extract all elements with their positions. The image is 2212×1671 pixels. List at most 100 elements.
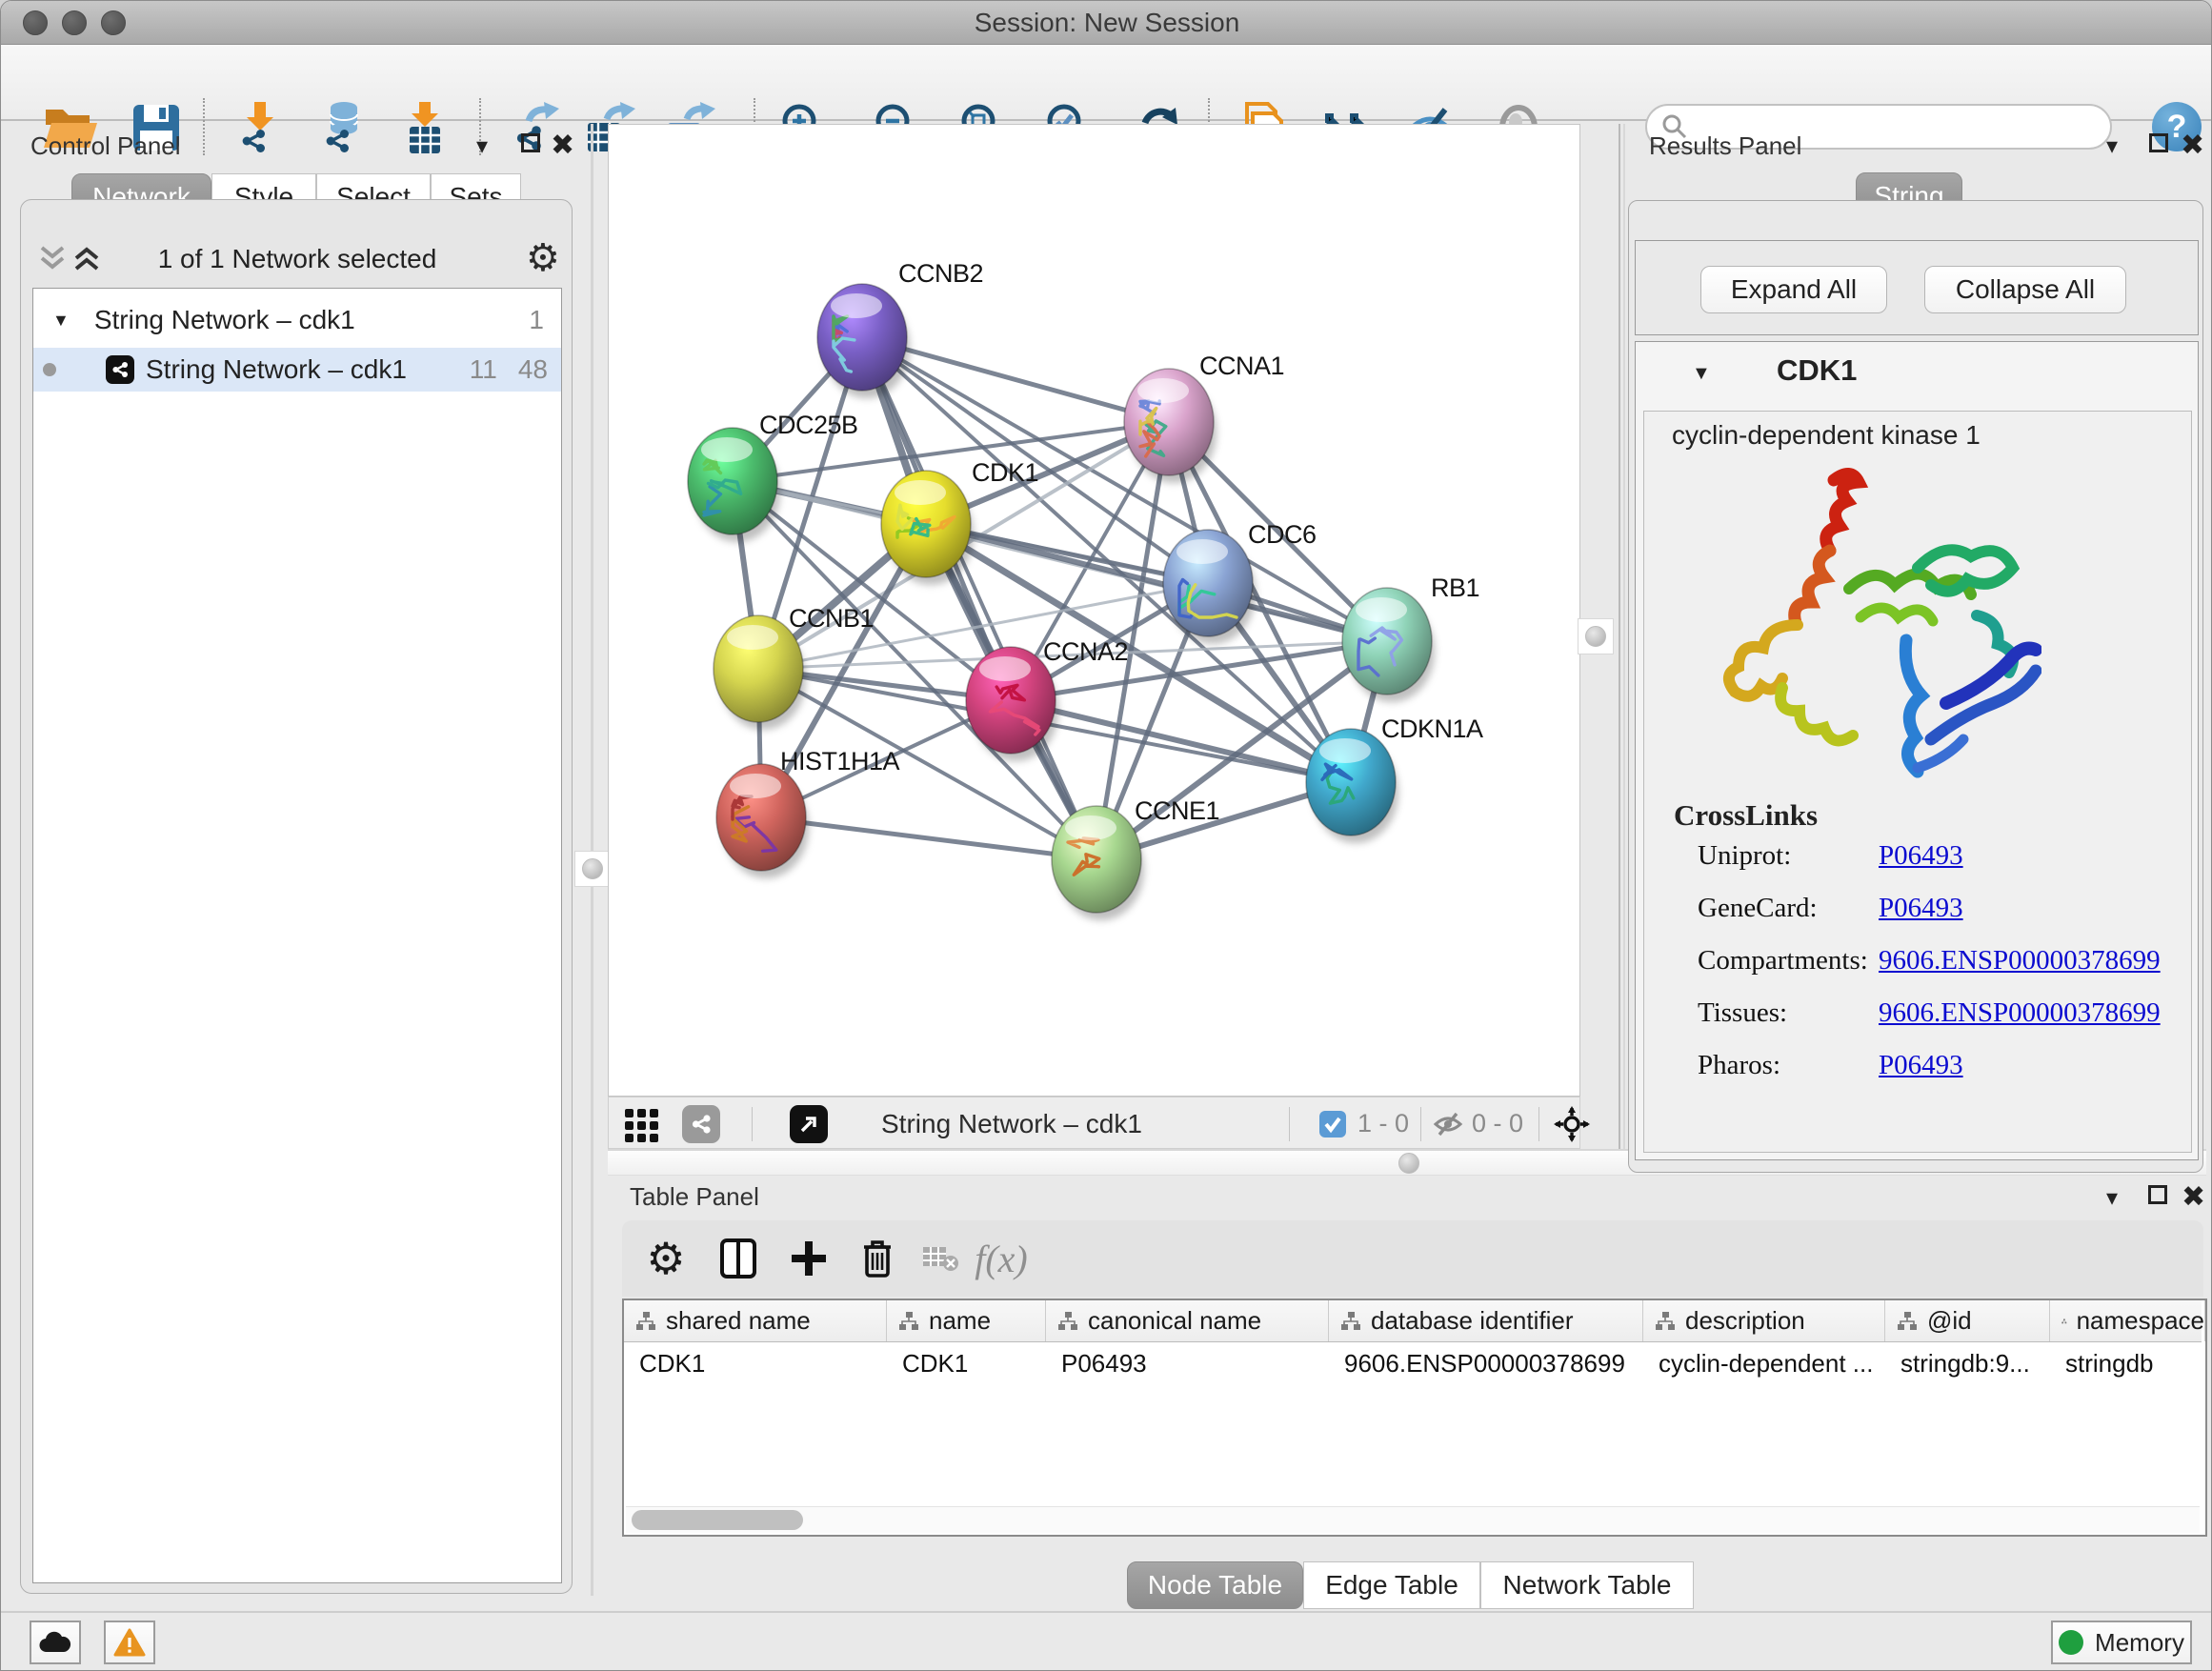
minimize-window-icon[interactable] bbox=[62, 10, 87, 35]
network-node[interactable] bbox=[1052, 806, 1144, 920]
horizontal-splitter-handle[interactable] bbox=[1398, 1153, 1419, 1174]
network-collection-row[interactable]: ▼ String Network – cdk1 1 bbox=[33, 298, 561, 342]
selected-checkbox-icon[interactable] bbox=[1318, 1110, 1347, 1138]
collapse-panel-icon[interactable]: ▾ bbox=[476, 135, 488, 158]
tab-edge-table[interactable]: Edge Table bbox=[1303, 1561, 1480, 1609]
network-node[interactable] bbox=[817, 284, 910, 398]
network-node[interactable] bbox=[1124, 369, 1217, 483]
network-node[interactable] bbox=[881, 471, 974, 585]
table-cell[interactable]: CDK1 bbox=[624, 1342, 887, 1384]
column-header[interactable]: description bbox=[1643, 1300, 1885, 1341]
table-cell[interactable]: 9606.ENSP00000378699 bbox=[1329, 1342, 1643, 1384]
network-view-title: String Network – cdk1 bbox=[881, 1097, 1142, 1150]
warning-status-button[interactable] bbox=[104, 1621, 155, 1664]
network-tree: ▼ String Network – cdk1 1 String Network… bbox=[32, 288, 562, 1583]
node-label: CCNB1 bbox=[789, 604, 874, 633]
float-panel-icon[interactable] bbox=[521, 133, 540, 152]
column-header[interactable]: name bbox=[887, 1300, 1046, 1341]
protein-name: CDK1 bbox=[1777, 353, 1857, 388]
network-node[interactable] bbox=[1163, 530, 1256, 644]
table-toolbar: ⚙ f(x) bbox=[622, 1220, 2203, 1297]
hscrollbar-thumb[interactable] bbox=[632, 1510, 803, 1530]
cloud-icon bbox=[38, 1631, 72, 1654]
memory-button[interactable]: Memory bbox=[2051, 1621, 2192, 1664]
create-column-icon[interactable] bbox=[778, 1228, 839, 1289]
birds-eye-view-icon[interactable] bbox=[1554, 1106, 1590, 1142]
table-cell[interactable]: stringdb bbox=[2050, 1342, 2205, 1384]
close-window-icon[interactable] bbox=[23, 10, 48, 35]
right-splitter[interactable] bbox=[1619, 124, 1620, 1149]
open-in-window-icon[interactable] bbox=[790, 1105, 828, 1143]
column-type-icon bbox=[1897, 1311, 1918, 1332]
table-cell[interactable]: P06493 bbox=[1046, 1342, 1329, 1384]
tree-expander-icon[interactable]: ▼ bbox=[52, 311, 70, 331]
node-label: CDK1 bbox=[972, 458, 1038, 487]
crosslink-link[interactable]: P06493 bbox=[1879, 840, 1963, 872]
crosslink-link[interactable]: 9606.ENSP00000378699 bbox=[1879, 997, 2161, 1029]
column-header[interactable]: @id bbox=[1885, 1300, 2050, 1341]
table-cell[interactable]: stringdb:9... bbox=[1885, 1342, 2050, 1384]
table-cell[interactable]: cyclin-dependent ... bbox=[1643, 1342, 1885, 1384]
string-app-icon bbox=[106, 355, 134, 384]
network-list-box: 1 of 1 Network selected ⚙ ▼ String Netwo… bbox=[20, 199, 573, 1594]
node-label: CCNB2 bbox=[898, 259, 983, 288]
grid-view-icon[interactable] bbox=[623, 1107, 661, 1145]
network-node[interactable] bbox=[716, 764, 809, 878]
options-gear-icon[interactable]: ⚙ bbox=[526, 236, 560, 280]
collapse-panel-icon[interactable]: ▾ bbox=[2106, 1187, 2118, 1210]
collection-name: String Network – cdk1 bbox=[94, 305, 355, 335]
network-node[interactable] bbox=[714, 615, 806, 730]
right-splitter-handle[interactable] bbox=[1578, 618, 1614, 654]
cloud-status-button[interactable] bbox=[30, 1621, 81, 1664]
toolbar-divider bbox=[1538, 1107, 1539, 1141]
network-edge[interactable] bbox=[761, 817, 1096, 859]
node-label: CDC6 bbox=[1248, 520, 1317, 549]
crosslink-label: Compartments: bbox=[1698, 945, 1868, 976]
float-panel-icon[interactable] bbox=[2149, 133, 2168, 152]
section-expander-icon[interactable]: ▼ bbox=[1692, 363, 1711, 385]
protein-section: ▼ CDK1 cyclin-dependent kinase 1 bbox=[1635, 341, 2199, 1160]
crosslink-link[interactable]: P06493 bbox=[1879, 1050, 1963, 1081]
table-options-gear-icon[interactable]: ⚙ bbox=[635, 1228, 696, 1289]
column-type-icon bbox=[2061, 1311, 2067, 1332]
network-row-selected[interactable]: String Network – cdk1 11 48 bbox=[33, 348, 561, 392]
network-node[interactable] bbox=[1306, 729, 1398, 843]
table-cell[interactable]: CDK1 bbox=[887, 1342, 1046, 1384]
maximize-window-icon[interactable] bbox=[101, 10, 126, 35]
network-view[interactable]: CCNB2CCNA1CDC25BCDK1CDC6RB1CCNB1CCNA2CDK… bbox=[608, 124, 1580, 1097]
column-header[interactable]: database identifier bbox=[1329, 1300, 1643, 1341]
column-header[interactable]: shared name bbox=[624, 1300, 887, 1341]
left-splitter-handle[interactable] bbox=[574, 851, 611, 887]
table-row[interactable]: CDK1CDK1P064939606.ENSP00000378699cyclin… bbox=[624, 1342, 2202, 1384]
function-builder-icon: f(x) bbox=[971, 1228, 1032, 1289]
column-header[interactable]: namespace bbox=[2050, 1300, 2205, 1341]
expand-all-button[interactable]: Expand All bbox=[1700, 266, 1887, 313]
network-edge[interactable] bbox=[862, 337, 1096, 859]
column-type-icon bbox=[635, 1311, 656, 1332]
float-panel-icon[interactable] bbox=[2148, 1185, 2167, 1204]
network-view-toolbar: String Network – cdk1 1 - 0 0 - 0 bbox=[608, 1097, 1580, 1149]
control-panel: Control Panel ▾ ✖ Network Style Select S… bbox=[10, 124, 582, 1596]
collapse-panel-icon[interactable]: ▾ bbox=[2106, 135, 2118, 158]
tab-network-table[interactable]: Network Table bbox=[1480, 1561, 1694, 1609]
collapse-all-button[interactable]: Collapse All bbox=[1924, 266, 2126, 313]
crosslink-label: Pharos: bbox=[1698, 1050, 1780, 1081]
show-columns-icon[interactable] bbox=[708, 1228, 769, 1289]
current-network-dot-icon bbox=[43, 363, 56, 376]
string-style-icon[interactable] bbox=[682, 1105, 720, 1143]
crosslink-link[interactable]: 9606.ENSP00000378699 bbox=[1879, 945, 2161, 976]
delete-table-icon-disabled bbox=[910, 1228, 971, 1289]
delete-column-icon[interactable] bbox=[847, 1228, 908, 1289]
network-node[interactable] bbox=[688, 428, 780, 542]
close-panel-icon[interactable]: ✖ bbox=[2182, 1183, 2205, 1212]
column-header[interactable]: canonical name bbox=[1046, 1300, 1329, 1341]
tab-node-table[interactable]: Node Table bbox=[1127, 1561, 1303, 1609]
close-panel-icon[interactable]: ✖ bbox=[2181, 131, 2204, 160]
table-hscrollbar[interactable] bbox=[626, 1506, 2200, 1533]
crosslink-link[interactable]: P06493 bbox=[1879, 893, 1963, 924]
node-table[interactable]: shared namenamecanonical namedatabase id… bbox=[622, 1299, 2207, 1537]
network-selected-status: 1 of 1 Network selected bbox=[21, 244, 573, 274]
network-node[interactable] bbox=[1342, 588, 1435, 702]
close-panel-icon[interactable]: ✖ bbox=[551, 131, 574, 160]
results-panel: Results Panel ▾ ✖ String Expand All Coll… bbox=[1625, 124, 2208, 1173]
